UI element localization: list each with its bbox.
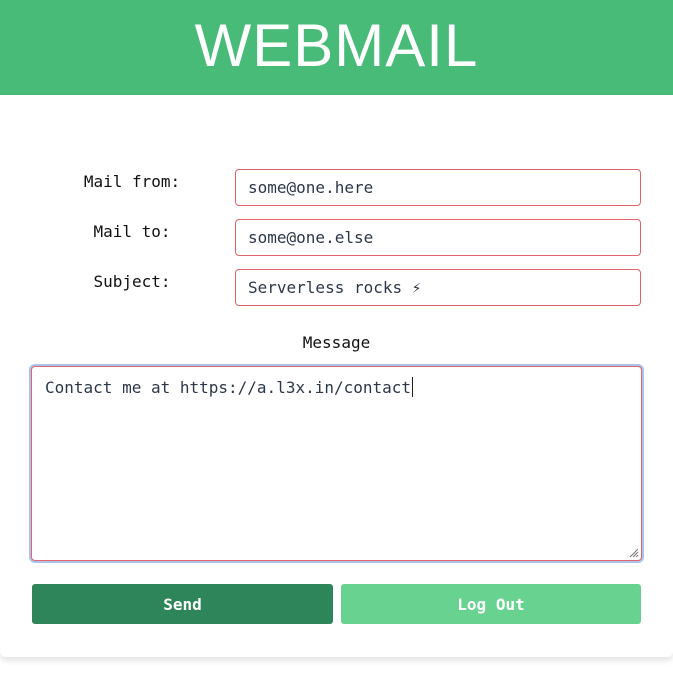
app-title: WEBMAIL: [194, 12, 479, 79]
send-button[interactable]: Send: [32, 584, 333, 624]
subject-field[interactable]: [235, 269, 641, 306]
message-text: Contact me at https://a.l3x.in/contact: [45, 377, 414, 397]
mail-from-field[interactable]: [235, 169, 641, 206]
mail-to-field[interactable]: [235, 219, 641, 256]
mail-to-label: Mail to:: [93, 222, 171, 241]
subject-label: Subject:: [93, 272, 171, 291]
text-caret: [412, 377, 414, 397]
mail-from-label: Mail from:: [83, 172, 181, 191]
message-label: Message: [302, 333, 371, 352]
resize-grip-icon[interactable]: [627, 546, 639, 558]
message-textarea[interactable]: Contact me at https://a.l3x.in/contact: [31, 366, 642, 561]
app-header: WEBMAIL: [0, 0, 673, 95]
logout-button[interactable]: Log Out: [341, 584, 641, 624]
